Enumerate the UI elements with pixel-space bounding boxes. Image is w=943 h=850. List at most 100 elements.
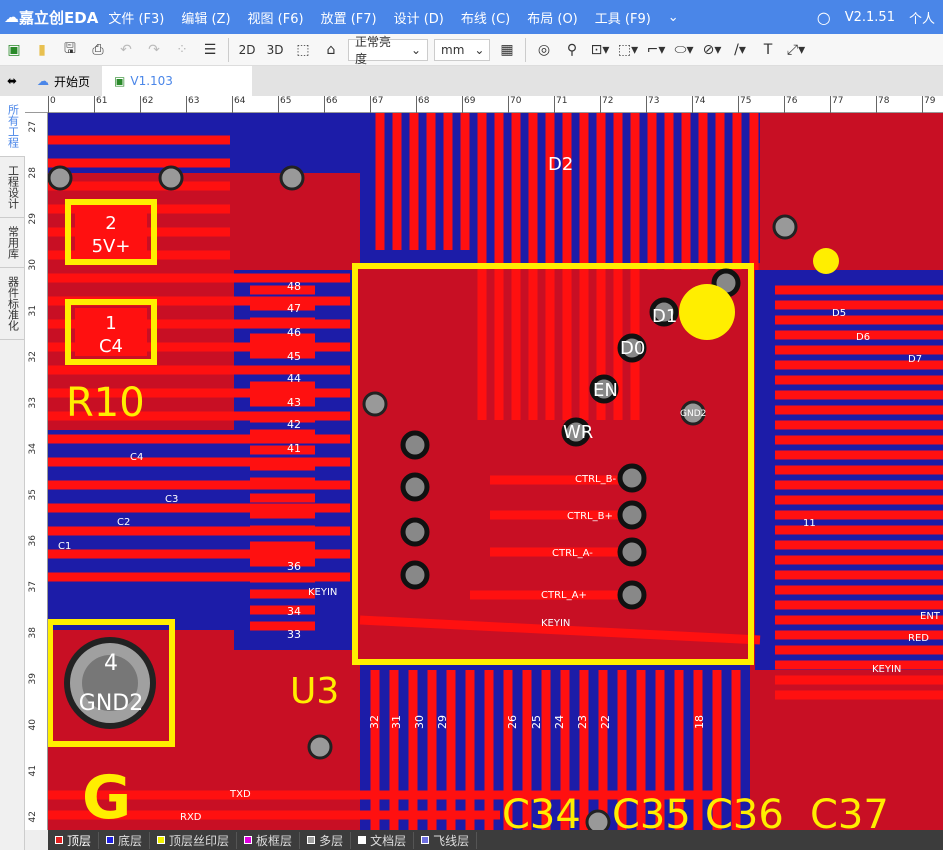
zoom-area-icon[interactable]: ⬚ <box>291 38 315 62</box>
save-icon[interactable]: 🖫 <box>58 38 82 62</box>
via-gnd <box>362 391 388 417</box>
designator-c35[interactable]: C35 <box>612 792 691 830</box>
via-icon[interactable]: ⚲ <box>560 38 584 62</box>
more-menu-chevron-icon[interactable]: ⌄ <box>668 10 679 25</box>
layer-6[interactable]: 飞线层 <box>414 831 478 849</box>
find-icon[interactable]: ☰ <box>198 38 222 62</box>
tab-bar: ⬌ ☁ 开始页 ▣ V1.103 <box>0 66 943 96</box>
undo-icon[interactable]: ↶ <box>114 38 138 62</box>
net-label: D5 <box>832 308 846 319</box>
sidebar-tab-common-library[interactable]: 常用库 <box>0 218 25 268</box>
grid-icon[interactable]: ▦ <box>495 38 519 62</box>
tab-pcb[interactable]: ▣ V1.103 <box>102 66 253 96</box>
designator-c34[interactable]: C34 <box>502 792 581 830</box>
layer-5[interactable]: 文档层 <box>351 831 415 849</box>
brightness-select[interactable]: 正常亮度 ⌄ <box>348 35 428 66</box>
layer-label: 文档层 <box>370 833 407 848</box>
sidebar-tab-standardization[interactable]: 器件标准化 <box>0 268 25 340</box>
via-gnd <box>772 214 798 240</box>
brightness-icon[interactable]: ⌂ <box>319 38 343 62</box>
layer-label: 板框层 <box>256 833 293 848</box>
designator-g[interactable]: G <box>82 763 131 830</box>
layer-2[interactable]: 顶层丝印层 <box>150 831 238 849</box>
designator-c36[interactable]: C36 <box>705 792 784 830</box>
via <box>400 472 430 502</box>
sidebar-tab-project-design[interactable]: 工程设计 <box>0 157 25 218</box>
via <box>400 430 430 460</box>
polygon-icon[interactable]: ⌐▾ <box>644 38 668 62</box>
layer-color-swatch <box>106 836 115 844</box>
layer-4[interactable]: 多层 <box>300 831 352 849</box>
menu-tools[interactable]: 工具 (F9) <box>595 8 651 27</box>
ruler-left: 27 28 29 30 31 32 33 34 35 36 37 38 39 40 41 42 <box>25 113 48 830</box>
net-label: RXD <box>180 812 202 823</box>
user-menu[interactable]: 个人 <box>909 8 935 27</box>
search-icon[interactable]: ○ <box>817 8 831 27</box>
net-label: C1 <box>58 541 71 552</box>
designator-u3[interactable]: U3 <box>290 671 339 712</box>
layer-bar: 顶层 底层 顶层丝印层 板框层 多层 文档层 飞线层 <box>48 830 943 850</box>
menu-layout[interactable]: 布局 (O) <box>527 8 578 27</box>
ruler-tick-label: 66 <box>324 96 337 113</box>
tab-start-page[interactable]: ☁ 开始页 <box>25 66 102 96</box>
designator-c37[interactable]: C37 <box>810 792 889 830</box>
designator-r10[interactable]: R10 <box>66 380 145 426</box>
menu-place[interactable]: 放置 (F7) <box>321 8 377 27</box>
menu-design[interactable]: 设计 (D) <box>394 8 444 27</box>
ruler-tick-label: 31 <box>28 305 38 317</box>
ruler-tick-label: 71 <box>554 96 567 113</box>
ruler-tick-label: 63 <box>186 96 199 113</box>
measure-icon[interactable]: ⤢▾ <box>784 38 808 62</box>
rect-icon[interactable]: ⊡▾ <box>588 38 612 62</box>
pin-number: 43 <box>287 396 301 409</box>
region-icon[interactable]: ⬚▾ <box>616 38 640 62</box>
layer-label: 多层 <box>319 833 344 848</box>
forbid-icon[interactable]: ⊘▾ <box>700 38 724 62</box>
menu-route[interactable]: 布线 (C) <box>461 8 510 27</box>
text-icon[interactable]: T <box>756 38 780 62</box>
net-label: WR <box>563 422 593 443</box>
layer-0[interactable]: 顶层 <box>48 831 100 849</box>
open-folder-icon[interactable]: ▮ <box>30 38 54 62</box>
unit-select[interactable]: mm ⌄ <box>434 38 490 61</box>
ruler-tick-label: 69 <box>462 96 475 113</box>
save-as-icon[interactable]: ⎙ <box>86 38 110 62</box>
pin-number: 18 <box>693 715 706 729</box>
line-icon[interactable]: /▾ <box>728 38 752 62</box>
via-gnd <box>158 165 184 191</box>
ruler-tick-label: 79 <box>922 96 935 113</box>
ruler-tick-label: 72 <box>600 96 613 113</box>
layer-3[interactable]: 板框层 <box>237 831 301 849</box>
new-icon[interactable]: ▣ <box>2 38 26 62</box>
grid-align-icon[interactable]: ⁘ <box>170 38 194 62</box>
app-logo[interactable]: ☁ 嘉立创EDA <box>4 7 98 28</box>
menu-edit[interactable]: 编辑 (Z) <box>181 8 230 27</box>
net-label: TXD <box>229 789 251 800</box>
menu-view[interactable]: 视图 (F6) <box>248 8 304 27</box>
cloud-icon: ☁ <box>37 74 49 88</box>
menu-file[interactable]: 文件 (F3) <box>108 8 164 27</box>
ellipse-icon[interactable]: ⬭▾ <box>672 38 696 62</box>
menu-bar: ☁ 嘉立创EDA 文件 (F3) 编辑 (Z) 视图 (F6) 放置 (F7) 设… <box>0 0 943 34</box>
pin-number: 25 <box>530 715 543 729</box>
view-2d-button[interactable]: 2D <box>235 38 259 62</box>
net-label: C3 <box>165 494 178 505</box>
divider <box>228 37 229 62</box>
redo-icon[interactable]: ↷ <box>142 38 166 62</box>
net-label: KEYIN <box>308 587 337 598</box>
pin-number: 48 <box>287 280 301 293</box>
pin-icon[interactable]: ⬌ <box>0 66 25 96</box>
pin-number: 33 <box>287 628 301 641</box>
pcb-canvas[interactable]: 2 5V+ 1 C4 4 GND2 R10 U3 G C34 C35 C36 C… <box>48 113 943 830</box>
pcb-icon: ▣ <box>114 74 126 88</box>
pin-number: 29 <box>436 715 449 729</box>
sidebar-tab-all-projects[interactable]: 所有工程 <box>0 96 25 157</box>
pad-icon[interactable]: ◎ <box>532 38 556 62</box>
ruler-tick-label: 77 <box>830 96 843 113</box>
via-highlight <box>813 248 839 274</box>
view-3d-button[interactable]: 3D <box>263 38 287 62</box>
net-label: KEYIN <box>872 664 901 675</box>
pin-number: 41 <box>287 442 301 455</box>
via <box>617 463 647 493</box>
layer-1[interactable]: 底层 <box>99 831 151 849</box>
